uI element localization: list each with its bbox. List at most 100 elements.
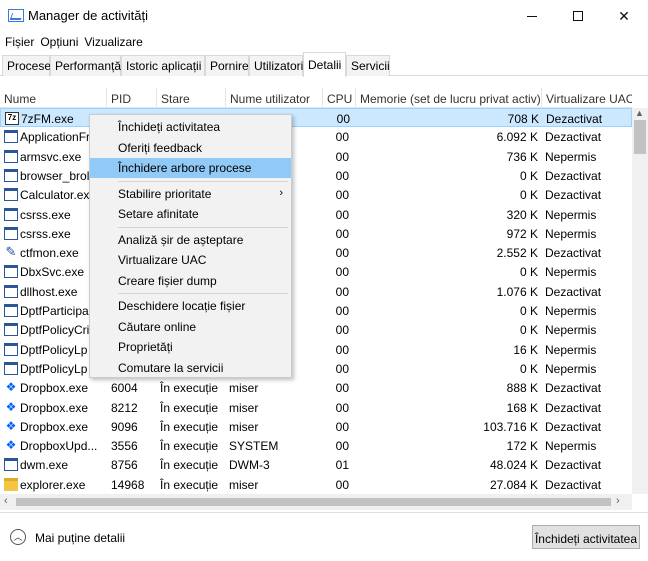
minimize-button[interactable]: [509, 0, 555, 32]
column-name[interactable]: ^ Nume: [0, 88, 107, 108]
process-cpu: 00: [335, 420, 349, 434]
window-icon: [4, 285, 18, 298]
process-cpu: 01: [335, 458, 349, 472]
dropbox-icon: ❖: [5, 419, 17, 433]
process-memory: 320 K: [506, 208, 538, 222]
process-name: Dropbox.exe: [20, 401, 89, 415]
tab-pornire[interactable]: Pornire: [205, 55, 249, 76]
context-menu-item-label: Proprietăți: [118, 340, 173, 354]
process-uac: Nepermis: [545, 323, 597, 337]
process-cpu: 00: [335, 188, 349, 202]
tab-performanta[interactable]: Performanță: [50, 55, 121, 76]
process-memory: 0 K: [519, 304, 538, 318]
7zip-icon: 7z: [5, 112, 19, 125]
column-cpu[interactable]: CPU: [323, 88, 356, 108]
column-header: ^ Nume PID Stare Nume utilizator CPU Mem…: [0, 88, 632, 108]
process-pid: 8212: [111, 401, 138, 415]
vertical-scroll-thumb[interactable]: [634, 120, 646, 154]
table-row[interactable]: ❖ DropboxUpd... 3556 În execuție SYSTEM 00 172…: [0, 436, 632, 455]
process-uac: Dezactivat: [545, 381, 602, 395]
process-pid: 6004: [111, 381, 138, 395]
table-row[interactable]: explorer.exe 14968 În execuție miser 00 27.08…: [0, 475, 632, 494]
process-memory: 0 K: [519, 188, 538, 202]
process-memory: 0 K: [519, 323, 538, 337]
scroll-left-icon[interactable]: ‹: [4, 495, 8, 507]
window-icon: [4, 265, 18, 278]
tab-utilizatori[interactable]: Utilizatori: [249, 55, 303, 76]
table-row[interactable]: ❖ Dropbox.exe 6004 În execuție miser 00 888 K D…: [0, 378, 632, 397]
menu-bar: Fișier Opțiuni Vizualizare: [0, 32, 648, 52]
process-memory: 736 K: [506, 150, 538, 164]
process-memory: 972 K: [506, 227, 538, 241]
window-icon: [4, 208, 18, 221]
vertical-scrollbar[interactable]: ▲: [632, 108, 648, 494]
close-button[interactable]: ✕: [601, 0, 647, 32]
process-memory: 0 K: [519, 362, 538, 376]
column-pid[interactable]: PID: [107, 88, 157, 108]
folder-icon: [4, 478, 18, 491]
table-row[interactable]: ❖ Dropbox.exe 9096 În execuție miser 00 103.71…: [0, 417, 632, 436]
process-uac: Dezactivat: [545, 478, 602, 492]
process-cpu: 00: [335, 323, 349, 337]
column-uac[interactable]: Virtualizare UAC: [542, 88, 632, 108]
process-memory: 708 K: [507, 112, 539, 126]
tab-servicii[interactable]: Servicii: [346, 55, 390, 76]
context-menu-item-label: Oferiți feedback: [118, 140, 203, 155]
menu-options[interactable]: Opțiuni: [40, 35, 78, 49]
process-memory: 888 K: [506, 381, 538, 395]
table-row[interactable]: ❖ Dropbox.exe 8212 În execuție miser 00 168 K D…: [0, 398, 632, 417]
tab-istoric-aplicatii[interactable]: Istoric aplicații: [121, 55, 205, 76]
scroll-up-icon[interactable]: ▲: [635, 108, 644, 118]
context-menu-item[interactable]: Căutare online: [90, 317, 291, 337]
menu-separator: [118, 293, 288, 294]
horizontal-scrollbar[interactable]: ‹ ›: [0, 494, 632, 510]
maximize-button[interactable]: [555, 0, 601, 32]
window-icon: [4, 227, 18, 240]
context-menu-item[interactable]: Închidere arbore procese: [90, 158, 291, 178]
table-row[interactable]: dwm.exe 8756 În execuție DWM-3 01 48.024 K Dez…: [0, 455, 632, 474]
process-cpu: 00: [335, 478, 349, 492]
context-menu-item[interactable]: Setare afinitate: [90, 204, 291, 224]
end-task-button[interactable]: Închideți activitatea: [532, 525, 640, 549]
context-menu-item[interactable]: Deschidere locație fișier: [90, 296, 291, 316]
process-memory: 16 K: [513, 343, 538, 357]
context-menu-item[interactable]: Închideți activitatea: [90, 117, 291, 137]
context-menu-item[interactable]: Stabilire prioritate ›: [90, 184, 291, 204]
column-status[interactable]: Stare: [157, 88, 226, 108]
menu-view[interactable]: Vizualizare: [84, 35, 142, 49]
column-memory[interactable]: Memorie (set de lucru privat activ): [356, 88, 542, 108]
dropbox-icon: ❖: [5, 400, 17, 414]
context-menu-item[interactable]: Oferiți feedback: [90, 138, 291, 158]
process-memory: 168 K: [506, 401, 538, 415]
process-uac: Nepermis: [545, 150, 597, 164]
menu-file[interactable]: Fișier: [5, 35, 34, 49]
process-uac: Dezactivat: [545, 188, 602, 202]
column-user[interactable]: Nume utilizator: [226, 88, 323, 108]
context-menu-item[interactable]: Proprietăți: [90, 337, 291, 357]
menu-separator: [118, 226, 288, 228]
tab-detalii[interactable]: Detalii: [303, 52, 346, 77]
window-icon: [4, 458, 18, 471]
tab-procese[interactable]: Procese: [2, 55, 51, 76]
context-menu-item[interactable]: Creare fișier dump: [90, 271, 291, 291]
process-cpu: 00: [335, 439, 349, 453]
pen-icon: ✎: [5, 244, 17, 259]
process-status: În execuție: [160, 420, 219, 434]
context-menu-item[interactable]: Comutare la servicii: [90, 358, 291, 378]
chevron-up-icon[interactable]: ︿: [10, 529, 26, 545]
process-cpu: 00: [335, 150, 349, 164]
dropbox-icon: ❖: [5, 438, 17, 452]
fewer-details-link[interactable]: Mai puține detalii: [35, 531, 125, 545]
process-memory: 172 K: [506, 439, 538, 453]
context-menu-item[interactable]: Analiză șir de așteptare: [90, 230, 291, 250]
close-icon: ✕: [618, 7, 630, 24]
context-menu-item-label: Închideți activitatea: [118, 120, 221, 134]
process-uac: Nepermis: [545, 304, 597, 318]
process-name: Dropbox.exe: [20, 381, 89, 395]
scroll-right-icon[interactable]: ›: [616, 495, 620, 507]
context-menu-item[interactable]: Virtualizare UAC: [90, 250, 291, 270]
horizontal-scroll-thumb[interactable]: [16, 498, 611, 506]
process-uac: Dezactivat: [545, 285, 602, 299]
process-user: miser: [229, 381, 259, 395]
process-status: În execuție: [160, 439, 219, 453]
